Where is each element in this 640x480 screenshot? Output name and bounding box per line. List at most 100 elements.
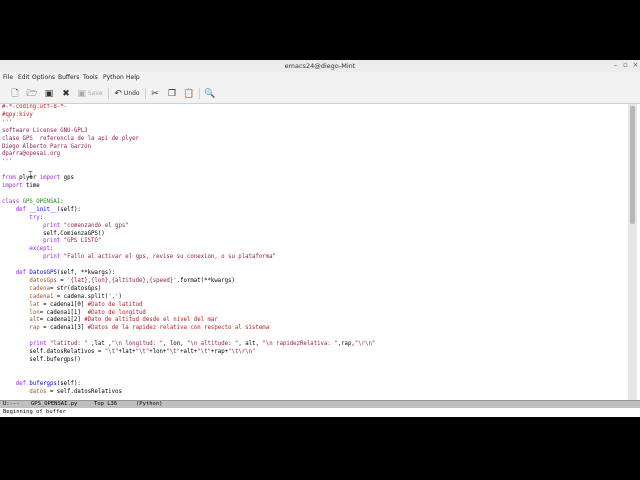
code-text[interactable]: #-*-coding:utf-8-*- #qpy:kivy ''' software … bbox=[2, 104, 626, 397]
menu-python[interactable]: Python bbox=[103, 72, 124, 84]
undo-icon: ↶ bbox=[114, 88, 122, 99]
clipboard-icon: 📋 bbox=[183, 88, 195, 99]
copy-button[interactable]: ❐ bbox=[166, 87, 178, 100]
menu-file[interactable]: File bbox=[3, 72, 13, 84]
code-line[interactable]: def DatosGPS(self, **kwargs): bbox=[2, 270, 626, 278]
code-token: #-*-coding:utf-8-*- bbox=[2, 104, 68, 110]
scrollbar-thumb[interactable] bbox=[630, 106, 635, 224]
code-token: def bbox=[15, 380, 26, 387]
code-line[interactable]: try: bbox=[2, 215, 626, 223]
code-line[interactable]: class GPS_OPENSAI: bbox=[2, 199, 626, 207]
code-token: "Fallo al activar el gps, revise su cone… bbox=[63, 254, 276, 261]
code-line[interactable]: self.bufergps() bbox=[2, 357, 626, 365]
code-line[interactable]: ​ bbox=[2, 167, 626, 175]
code-line[interactable]: print "latitud: " ,lat ,"\n longitud: ",… bbox=[2, 341, 626, 349]
close-x-icon: ✖ bbox=[62, 88, 70, 99]
code-editor[interactable]: #-*-coding:utf-8-*- #qpy:kivy ''' software … bbox=[2, 104, 626, 400]
paste-button[interactable]: 📋 bbox=[183, 87, 195, 100]
scissors-icon: ✂ bbox=[151, 88, 159, 99]
code-line[interactable]: ''' bbox=[2, 120, 626, 128]
save-button[interactable]: ▣ Save bbox=[77, 87, 103, 100]
cut-button[interactable]: ✂ bbox=[149, 87, 161, 100]
code-line[interactable]: print "comenzando el gps" bbox=[2, 223, 626, 231]
code-line[interactable]: ''' bbox=[2, 159, 626, 167]
menu-help[interactable]: Help bbox=[126, 72, 140, 84]
code-token: "\t\r\n" bbox=[228, 349, 256, 356]
search-button[interactable]: 🔍 bbox=[204, 87, 216, 100]
menu-edit[interactable]: Edit bbox=[18, 72, 30, 84]
code-line[interactable]: lon= cadena1[1] #Dato de longitud bbox=[2, 310, 626, 318]
code-token: (self): bbox=[56, 206, 81, 213]
code-line[interactable]: dparra@opesai.org bbox=[2, 151, 626, 159]
modeline-status: U:--- bbox=[3, 401, 20, 407]
code-token: from bbox=[2, 175, 16, 182]
code-line[interactable]: #qpy:kivy bbox=[2, 112, 626, 120]
menu-bar: File Edit Options Buffers Tools Python H… bbox=[0, 72, 640, 84]
code-line[interactable]: clase GPS referencia de la api de plyer bbox=[2, 136, 626, 144]
code-token: .format(**kwargs) bbox=[176, 277, 235, 284]
code-line[interactable]: def __init__(self): bbox=[2, 207, 626, 215]
vertical-scrollbar[interactable] bbox=[628, 104, 637, 400]
code-token: = cadena1[1] bbox=[39, 309, 88, 316]
code-line[interactable]: Diego Alberto Parra Garzón bbox=[2, 144, 626, 152]
code-token: = cadena1[0] bbox=[39, 301, 88, 308]
code-token: , alt, bbox=[238, 341, 263, 348]
code-line[interactable]: except: bbox=[2, 246, 626, 254]
save-file-button[interactable]: ▣ bbox=[43, 87, 55, 100]
code-line[interactable]: #-*-coding:utf-8-*- bbox=[2, 104, 626, 112]
code-line[interactable]: def bufergps(self): bbox=[2, 381, 626, 389]
modeline-buffer-name[interactable]: GPS_OPENSAI.py bbox=[31, 401, 77, 408]
code-line[interactable]: import time bbox=[2, 183, 626, 191]
code-line[interactable]: lat = cadena1[0] #Dato de latitud bbox=[2, 302, 626, 310]
code-line[interactable]: self.datosRelativos = "\t"+lat+"\t"+lon+… bbox=[2, 349, 626, 357]
code-token: #Dato de longitud bbox=[87, 309, 146, 316]
undo-button[interactable]: ↶ Undo bbox=[113, 87, 141, 100]
save-button-label: Save bbox=[87, 90, 103, 97]
code-line[interactable]: software License GNU-GPL3 bbox=[2, 128, 626, 136]
menu-buffers[interactable]: Buffers bbox=[58, 72, 79, 84]
code-token: = bbox=[56, 277, 68, 284]
code-token: "\t" bbox=[166, 349, 181, 356]
code-token: self.datosRelativos = bbox=[2, 349, 105, 356]
code-token: "\t" bbox=[104, 349, 119, 356]
code-token: ,rap, bbox=[337, 341, 355, 348]
code-token: +lon+ bbox=[149, 349, 167, 356]
code-line[interactable]: print "Fallo al activar el gps, revise s… bbox=[2, 254, 626, 262]
open-folder-button[interactable]: 🗁 bbox=[26, 87, 38, 100]
code-token: : bbox=[60, 198, 64, 205]
code-line[interactable]: from plyer import gps bbox=[2, 175, 626, 183]
code-line[interactable]: ​ bbox=[2, 262, 626, 270]
window-title: emacs24@diego-Mint bbox=[284, 62, 356, 70]
minibuffer-message: Beginning of buffer bbox=[3, 409, 66, 415]
code-line[interactable]: datos = self.datosRelativos bbox=[2, 389, 626, 397]
close-icon[interactable]: × bbox=[631, 61, 640, 70]
code-token: software License GNU-GPL3 bbox=[2, 127, 88, 134]
modeline-major-mode[interactable]: (Python) bbox=[136, 401, 163, 408]
code-token: = cadena.split( bbox=[53, 293, 109, 300]
code-line[interactable]: self.ComienzaGPS() bbox=[2, 231, 626, 239]
new-file-button[interactable]: 🗋 bbox=[9, 87, 21, 100]
minimize-icon[interactable]: – bbox=[611, 61, 620, 70]
code-line[interactable]: ​ bbox=[2, 333, 626, 341]
maximize-icon[interactable]: ▫ bbox=[621, 61, 630, 70]
code-line[interactable]: ​ bbox=[2, 365, 626, 373]
code-line[interactable]: rap = cadena1[3] #Datos de la rapidez re… bbox=[2, 325, 626, 333]
code-line[interactable]: alt= cadena1[2] #Dato de altitud desde e… bbox=[2, 317, 626, 325]
code-token: "\t" bbox=[135, 349, 150, 356]
code-line[interactable]: ​ bbox=[2, 191, 626, 199]
menu-tools[interactable]: Tools bbox=[83, 72, 98, 84]
code-token: (self): bbox=[56, 380, 81, 387]
code-token: "\r\n" bbox=[354, 341, 376, 348]
code-line[interactable]: datosGps = '{lat},{lon},{altitude},{spee… bbox=[2, 278, 626, 286]
code-line[interactable]: ​ bbox=[2, 373, 626, 381]
code-line[interactable]: cadena= str(datosGps) bbox=[2, 286, 626, 294]
close-buffer-button[interactable]: ✖ bbox=[60, 87, 72, 100]
toolbar-separator bbox=[145, 88, 146, 99]
code-line[interactable]: print "GPS LISTO" bbox=[2, 238, 626, 246]
menu-options[interactable]: Options bbox=[32, 72, 55, 84]
code-line[interactable]: cadena1 = cadena.split(',') bbox=[2, 294, 626, 302]
